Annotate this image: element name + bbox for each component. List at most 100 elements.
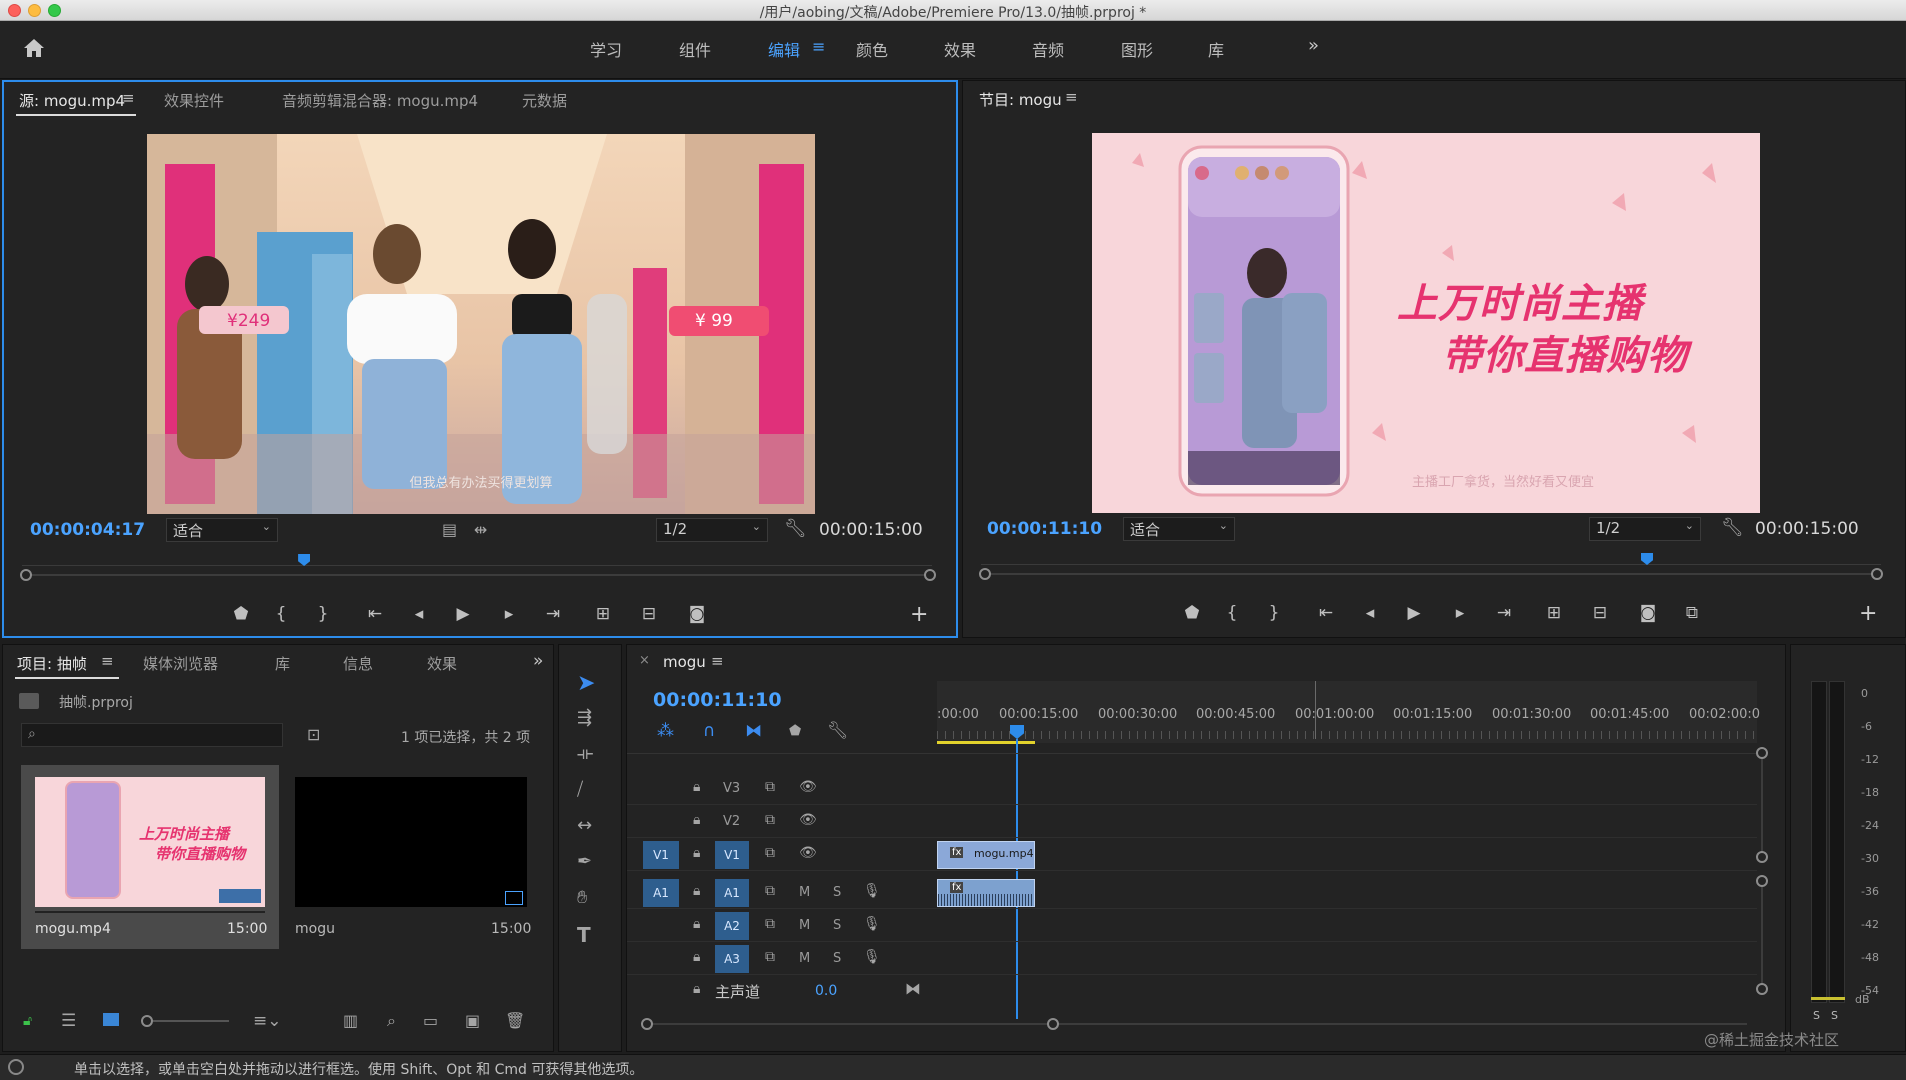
linked-selection-icon[interactable]: ⧓ — [745, 721, 762, 741]
timeline-horizontal-scrollbar[interactable] — [647, 1023, 1747, 1025]
meter-solo-left[interactable]: S — [1813, 1009, 1820, 1022]
mark-out-icon[interactable]: } — [1261, 603, 1287, 623]
sync-lock-icon[interactable]: ⧉ — [765, 845, 775, 861]
solo-button[interactable]: S — [833, 951, 841, 966]
new-bin-icon[interactable]: ▭ — [423, 1011, 438, 1030]
drag-video-icon[interactable]: ▤ — [442, 520, 457, 539]
drag-audio-icon[interactable]: ⇹ — [474, 520, 487, 539]
tab-metadata[interactable]: 元数据 — [522, 90, 567, 111]
find-icon[interactable]: ⌕ — [387, 1011, 396, 1031]
add-marker-icon[interactable]: ⬟ — [789, 723, 801, 739]
program-resolution-dropdown[interactable]: 1/2 ⌄ — [1589, 517, 1701, 541]
scroll-handle-left[interactable] — [641, 1018, 653, 1030]
sync-lock-icon[interactable]: ⧉ — [765, 916, 775, 932]
mark-in-icon[interactable]: { — [268, 604, 294, 624]
master-volume[interactable]: 0.0 — [815, 983, 837, 999]
track-lock-icon[interactable]: 🔒︎ — [693, 949, 700, 965]
scroll-handle-bottom[interactable] — [1756, 983, 1768, 995]
automate-to-sequence-icon[interactable]: ▥ — [343, 1011, 358, 1030]
video-clip[interactable]: fx mogu.mp4 — [937, 841, 1035, 869]
add-button-icon[interactable]: + — [1859, 601, 1877, 626]
source-patch-v1[interactable]: V1 — [643, 841, 679, 869]
tab-program[interactable]: 节目: mogu — [979, 89, 1062, 110]
source-video-frame[interactable]: ¥249 ¥ 99 但我总有办法买得更划算 — [147, 134, 815, 514]
pen-tool-icon[interactable]: ✒ — [577, 851, 592, 872]
panel-menu-icon[interactable]: ≡ — [1065, 88, 1078, 106]
program-fit-dropdown[interactable]: 适合 ⌄ — [1123, 517, 1235, 541]
go-to-end-icon[interactable]: ⧓ — [905, 979, 921, 998]
zoom-slider[interactable] — [153, 1020, 229, 1022]
go-to-in-icon[interactable]: ⇤ — [1313, 603, 1339, 623]
export-frame-icon[interactable]: ◙ — [1635, 603, 1661, 623]
play-icon[interactable]: ▶ — [450, 604, 476, 624]
project-search-input[interactable]: ⌕ — [21, 723, 283, 747]
tab-info[interactable]: 信息 — [343, 653, 373, 674]
track-target-v1[interactable]: V1 — [715, 841, 749, 869]
ripple-edit-tool-icon[interactable]: ⟛ — [577, 743, 593, 764]
track-label[interactable]: V2 — [723, 814, 740, 829]
zoom-slider-handle[interactable] — [141, 1015, 153, 1027]
source-mini-ruler[interactable] — [22, 554, 932, 566]
mute-button[interactable]: M — [799, 951, 810, 966]
timeline-timecode[interactable]: 00:00:11:10 — [653, 689, 782, 711]
panel-menu-icon[interactable]: ≡ — [122, 89, 135, 107]
trash-icon[interactable]: 🗑︎ — [505, 1011, 525, 1030]
track-target-a3[interactable]: A3 — [715, 945, 749, 973]
tab-effects[interactable]: 效果 — [427, 653, 457, 674]
go-to-out-icon[interactable]: ⇥ — [1491, 603, 1517, 623]
more-workspaces-icon[interactable]: » — [1308, 35, 1319, 56]
source-zoom-bar[interactable] — [22, 574, 934, 576]
tab-effect-controls[interactable]: 效果控件 — [164, 90, 224, 111]
tab-source[interactable]: 源: mogu.mp4 — [19, 90, 125, 111]
tab-media-browser[interactable]: 媒体浏览器 — [143, 653, 218, 674]
close-tab-icon[interactable]: × — [639, 653, 650, 668]
solo-button[interactable]: S — [833, 885, 841, 900]
track-select-tool-icon[interactable]: ⇶ — [577, 707, 592, 728]
workspace-assembly[interactable]: 组件 — [679, 37, 711, 61]
track-target-a2[interactable]: A2 — [715, 912, 749, 940]
track-lock-icon[interactable]: 🔒︎ — [693, 812, 700, 828]
source-timecode[interactable]: 00:00:04:17 — [30, 520, 145, 540]
tab-audio-clip-mixer[interactable]: 音频剪辑混合器: mogu.mp4 — [282, 90, 478, 111]
workspace-editing[interactable]: 编辑 — [768, 37, 800, 61]
solo-button[interactable]: S — [833, 918, 841, 933]
insert-icon[interactable]: ⊞ — [590, 604, 616, 624]
mute-button[interactable]: M — [799, 918, 810, 933]
sync-lock-icon[interactable]: ⧉ — [765, 883, 775, 899]
razor-tool-icon[interactable]: ⧸ — [577, 779, 583, 800]
lock-icon[interactable]: 🔓︎ — [23, 1013, 32, 1029]
track-lock-icon[interactable]: 🔒︎ — [693, 779, 700, 795]
source-fit-dropdown[interactable]: 适合 ⌄ — [166, 518, 278, 542]
sync-lock-icon[interactable]: ⧉ — [765, 812, 775, 828]
tab-sequence[interactable]: mogu — [663, 653, 706, 671]
zoom-handle-left[interactable] — [20, 569, 32, 581]
zoom-handle-left[interactable] — [979, 568, 991, 580]
workspace-effects[interactable]: 效果 — [944, 37, 976, 61]
scroll-handle-right[interactable] — [1047, 1018, 1059, 1030]
microphone-icon[interactable]: 🎙︎ — [863, 916, 881, 932]
more-panels-icon[interactable]: » — [533, 651, 543, 671]
new-item-icon[interactable]: ▣ — [465, 1011, 480, 1030]
selection-tool-icon[interactable]: ➤ — [577, 671, 595, 696]
wrench-icon[interactable]: 🔧︎ — [1721, 517, 1744, 538]
workspace-audio[interactable]: 音频 — [1032, 37, 1064, 61]
tab-project[interactable]: 项目: 抽帧 — [17, 653, 87, 674]
eye-icon[interactable]: 👁︎ — [799, 779, 817, 795]
eye-icon[interactable]: 👁︎ — [799, 845, 817, 861]
sort-icon[interactable]: ≡⌄ — [253, 1011, 282, 1031]
track-label[interactable]: V3 — [723, 781, 740, 796]
panel-menu-icon[interactable]: ≡ — [101, 652, 114, 670]
panel-menu-icon[interactable]: ≡ — [711, 652, 724, 670]
workspace-libraries[interactable]: 库 — [1208, 37, 1224, 61]
icon-view-icon[interactable] — [103, 1013, 119, 1026]
nest-toggle-icon[interactable]: ⁂ — [657, 721, 674, 741]
list-view-icon[interactable]: ☰ — [61, 1011, 76, 1031]
scroll-handle-top[interactable] — [1756, 747, 1768, 759]
program-mini-ruler[interactable] — [981, 553, 1881, 565]
tab-libraries[interactable]: 库 — [275, 653, 290, 674]
audio-vertical-scrollbar[interactable] — [1761, 881, 1763, 989]
step-forward-icon[interactable]: ▸ — [1447, 603, 1473, 623]
step-back-icon[interactable]: ◂ — [406, 604, 432, 624]
add-marker-icon[interactable]: ⬟ — [228, 604, 254, 624]
new-search-bin-icon[interactable]: ⊡ — [307, 725, 320, 744]
